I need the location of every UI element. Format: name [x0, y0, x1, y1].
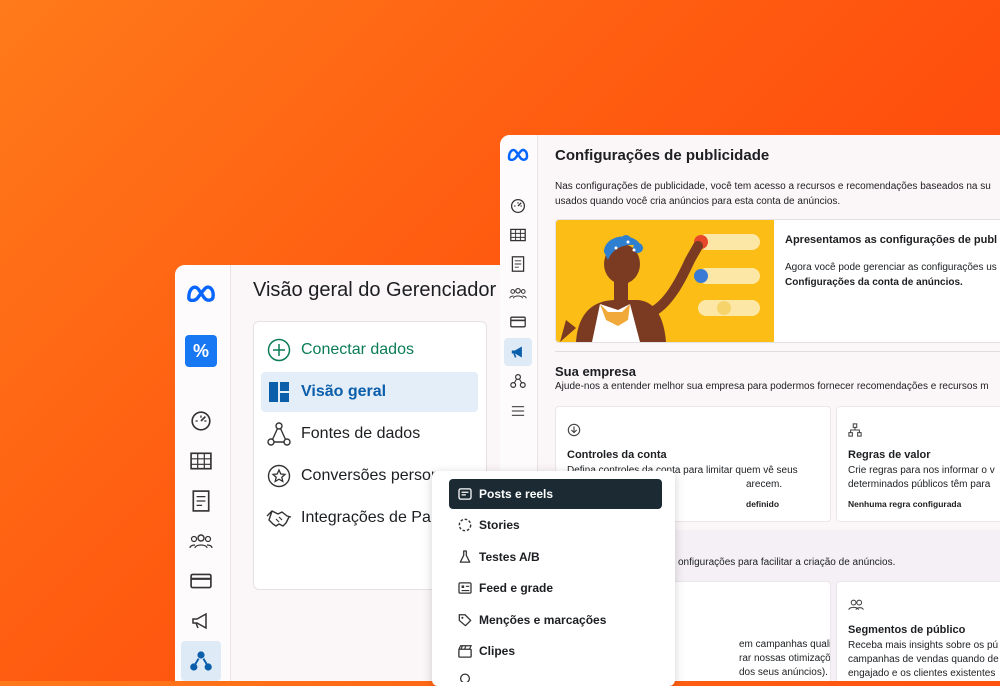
- pages-icon[interactable]: [507, 253, 529, 275]
- handshake-icon: [264, 503, 294, 533]
- gauge-icon[interactable]: [507, 195, 529, 217]
- hierarchy-icon: [848, 423, 862, 442]
- tag-icon: [457, 612, 473, 628]
- menu-item-ab-tests[interactable]: Testes A/B: [449, 542, 662, 572]
- download-icon: [567, 423, 581, 442]
- settings-section-description: onfigurações para facilitar a criação de…: [678, 557, 896, 568]
- campaign-line3: dos seus anúncios).: [739, 667, 828, 678]
- promo-title: Apresentamos as configurações de publ: [785, 234, 998, 246]
- flask-icon: [457, 549, 473, 565]
- page-title: Configurações de publicidade: [555, 147, 770, 164]
- table-icon[interactable]: [187, 447, 215, 475]
- meta-logo-icon: [507, 148, 529, 161]
- nav-item-label: Visão geral: [301, 383, 387, 400]
- page-description: Nas configurações de publicidade, você t…: [555, 181, 991, 207]
- hamburger-menu-icon[interactable]: [507, 400, 529, 422]
- value-rules-line2: determinados públicos têm para: [848, 479, 991, 490]
- audience-segments-title: Segmentos de público: [848, 624, 966, 636]
- campaign-line2: rar nossas otimizações de: [739, 653, 831, 664]
- nav-item-label: Integrações de Pa: [301, 509, 431, 526]
- account-controls-status: definido: [746, 499, 780, 509]
- menu-item-posts-reels[interactable]: Posts e reels: [449, 479, 662, 509]
- promo-text: Agora você pode gerenciar as configuraçõ…: [785, 262, 997, 288]
- menu-item-stories[interactable]: Stories: [449, 510, 662, 540]
- campaign-line1: em campanhas qualificadas: [739, 639, 830, 650]
- pages-icon[interactable]: [187, 487, 215, 515]
- page-title: Visão geral do Gerenciador: [253, 279, 497, 301]
- audience-line1: Receba mais insights sobre os pú: [848, 640, 999, 651]
- nav-item-label: Conversões person: [301, 467, 440, 484]
- megaphone-icon[interactable]: [187, 607, 215, 635]
- stories-ring-icon: [457, 517, 473, 533]
- billing-card-icon[interactable]: [187, 567, 215, 595]
- meta-logo-icon: [187, 285, 215, 302]
- plus-circle-icon: [264, 335, 294, 365]
- value-rules-line1: Crie regras para nos informar o v: [848, 465, 995, 476]
- nav-item-label: Conectar dados: [301, 341, 414, 358]
- nav-item-label: Fontes de dados: [301, 425, 421, 442]
- network-icon[interactable]: [181, 641, 221, 681]
- account-controls-line2: arecem.: [746, 479, 783, 490]
- network-icon[interactable]: [507, 370, 529, 392]
- account-controls-title: Controles da conta: [567, 449, 667, 461]
- side-rail: %: [175, 265, 231, 681]
- post-icon: [457, 486, 473, 502]
- audience-line2: campanhas de vendas quando de: [848, 654, 999, 665]
- value-rules-status: Nenhuma regra configurada: [848, 499, 962, 509]
- clapper-icon: [457, 643, 473, 659]
- menu-item-clips[interactable]: Clipes: [449, 636, 662, 666]
- data-sources-icon: [264, 419, 294, 449]
- value-rules-card[interactable]: Regras de valor Crie regras para nos inf…: [836, 406, 1000, 522]
- billing-card-icon[interactable]: [507, 311, 529, 333]
- dashboard-layout-icon: [264, 377, 294, 407]
- star-badge-icon: [264, 461, 294, 491]
- people-icon: [848, 598, 864, 616]
- audience-icon[interactable]: [187, 527, 215, 555]
- nav-item-data-sources[interactable]: Fontes de dados: [261, 414, 478, 454]
- value-rules-title: Regras de valor: [848, 449, 931, 461]
- feed-grid-icon: [457, 580, 473, 596]
- promo-banner: Apresentamos as configurações de publ Ag…: [555, 219, 1000, 343]
- promo-illustration: [556, 220, 774, 342]
- audience-segments-card[interactable]: Segmentos de público Receba mais insight…: [836, 581, 1000, 681]
- menu-item-partial[interactable]: [449, 668, 662, 682]
- percent-app-icon[interactable]: %: [185, 335, 217, 367]
- audience-line3: engajado e os clientes existentes: [848, 668, 996, 679]
- section-divider: [555, 351, 1000, 352]
- megaphone-icon[interactable]: [504, 338, 532, 366]
- menu-item-mentions-tags[interactable]: Menções e marcações: [449, 605, 662, 635]
- company-section-title: Sua empresa: [555, 364, 636, 379]
- menu-item-feed-grid[interactable]: Feed e grade: [449, 573, 662, 603]
- company-section-description: Ajude-nos a entender melhor sua empresa …: [555, 381, 989, 392]
- audience-icon[interactable]: [507, 282, 529, 304]
- partial-item-icon: [457, 668, 473, 682]
- nav-item-overview[interactable]: Visão geral: [261, 372, 478, 412]
- nav-item-connect-data[interactable]: Conectar dados: [261, 330, 478, 370]
- gauge-icon[interactable]: [187, 407, 215, 435]
- table-icon[interactable]: [507, 224, 529, 246]
- content-type-menu: Posts e reels Stories Testes A/B Feed e …: [432, 471, 675, 686]
